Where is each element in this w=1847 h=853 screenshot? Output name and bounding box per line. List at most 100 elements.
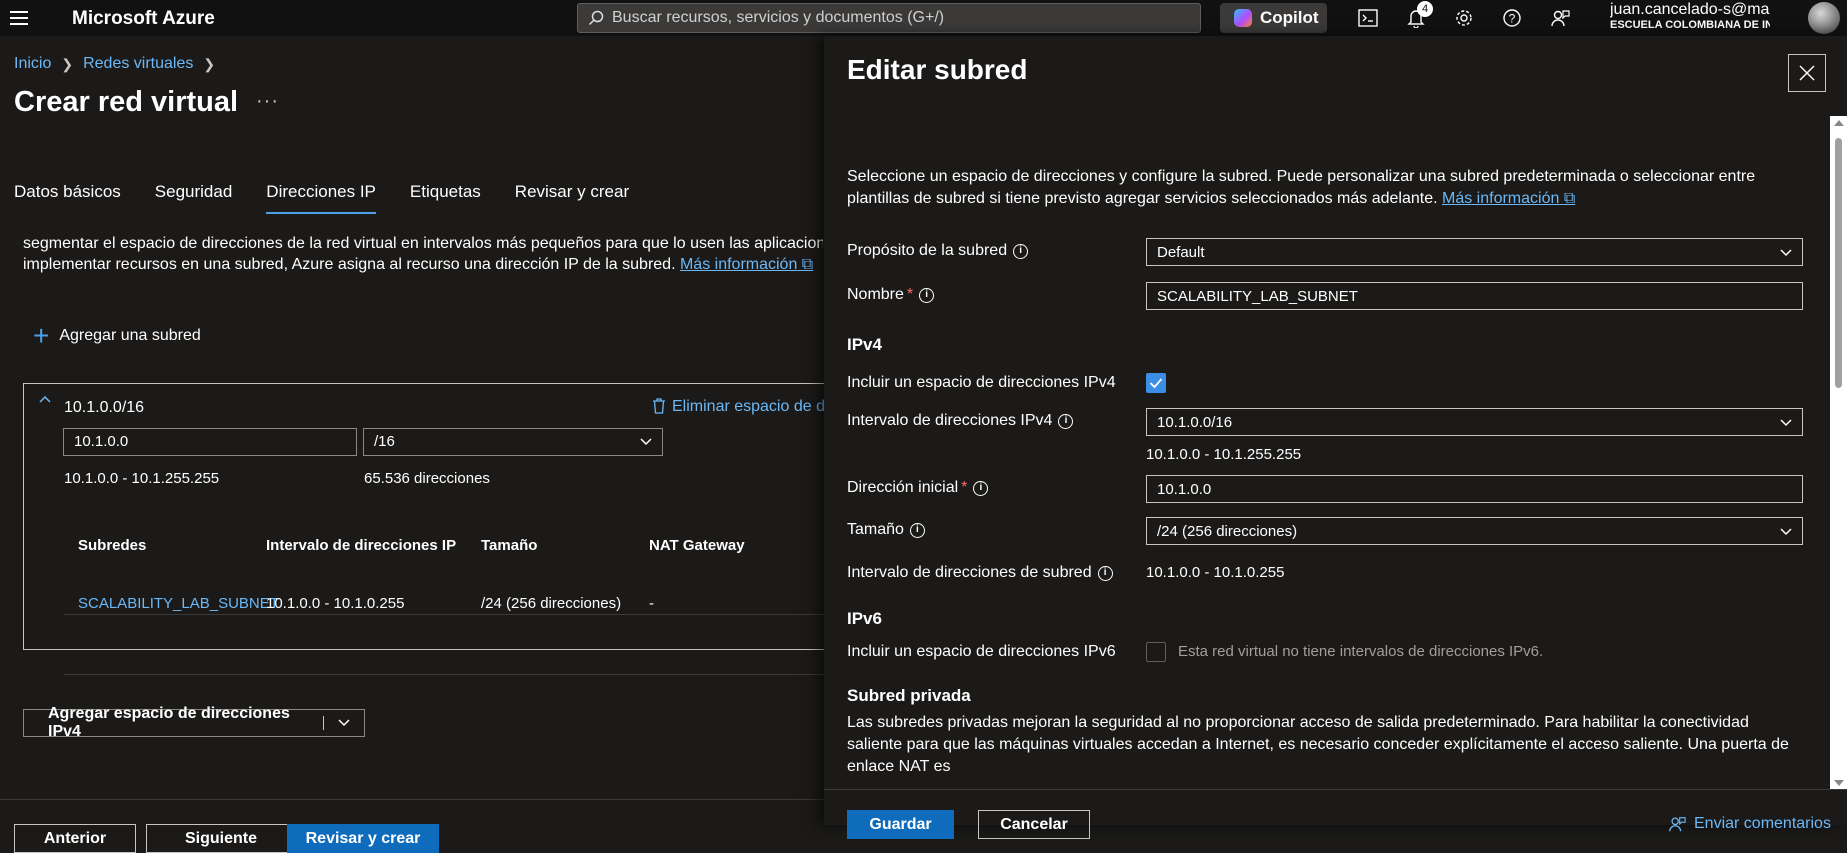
col-nat: NAT Gateway [649, 537, 745, 554]
info-icon[interactable]: i [1058, 413, 1074, 429]
breadcrumb-home[interactable]: Inicio [14, 55, 51, 73]
subnet-table-header: Subredes Intervalo de direcciones IP Tam… [64, 537, 769, 554]
svg-text:?: ? [1509, 12, 1516, 26]
next-button[interactable]: Siguiente [146, 824, 296, 853]
create-vnet-blade: Inicio ❯ Redes virtuales ❯ Crear red vir… [0, 36, 844, 853]
scroll-thumb[interactable] [1835, 138, 1842, 388]
learn-more-link[interactable]: Más información ⧉ [680, 256, 813, 273]
prefix-dropdown[interactable]: /16 [363, 428, 663, 456]
name-label: Nombre * i [847, 286, 935, 304]
table-row: SCALABILITY_LAB_SUBNET 10.1.0.0 - 10.1.0… [64, 595, 769, 612]
col-size: Tamaño [481, 537, 538, 554]
info-icon[interactable]: i [909, 522, 925, 538]
copilot-button[interactable]: Copilot [1220, 3, 1327, 33]
ipv6-include-checkbox[interactable] [1146, 642, 1166, 662]
avatar[interactable] [1808, 2, 1840, 34]
gear-icon[interactable] [1452, 6, 1476, 30]
page-title: Crear red virtual [14, 86, 239, 118]
address-count: 65.536 direcciones [364, 470, 490, 487]
tab-basics[interactable]: Datos básicos [14, 182, 121, 214]
subnet-name-input[interactable]: SCALABILITY_LAB_SUBNET [1146, 282, 1803, 310]
chevron-down-icon [640, 438, 652, 446]
scrollbar[interactable] [1830, 116, 1847, 790]
chevron-up-icon[interactable] [39, 394, 51, 406]
brand-name[interactable]: Microsoft Azure [72, 8, 215, 30]
ipv4-include-checkbox[interactable] [1146, 373, 1166, 393]
col-range: Intervalo de direcciones IP [266, 537, 457, 554]
required-asterisk: * [961, 479, 968, 496]
account-info[interactable]: juan.cancelado-s@mail.... ESCUELA COLOMB… [1610, 1, 1770, 31]
purpose-dropdown[interactable]: Default [1146, 238, 1803, 266]
start-address-input[interactable]: 10.1.0.0 [1146, 475, 1803, 503]
scroll-down-icon[interactable] [1834, 780, 1844, 786]
chevron-down-icon[interactable] [324, 717, 364, 729]
delete-address-space-button[interactable]: Eliminar espacio de di [652, 398, 829, 416]
notification-badge: 4 [1417, 1, 1433, 17]
top-bar: Microsoft Azure Buscar recursos, servici… [0, 0, 1847, 36]
tab-ip-addresses[interactable]: Direcciones IP [266, 182, 376, 214]
start-address-label: Dirección inicial * i [847, 479, 989, 497]
purpose-label: Propósito de la subred i [847, 242, 1029, 260]
ipv4-range-hint: 10.1.0.0 - 10.1.255.255 [1146, 446, 1302, 463]
ipv6-include-label: Incluir un espacio de direcciones IPv6 [847, 643, 1116, 660]
tab-security[interactable]: Seguridad [155, 182, 233, 214]
subnet-range-label: Intervalo de direcciones de subred i [847, 564, 1113, 582]
chevron-down-icon [1780, 419, 1792, 427]
ip-description: segmentar el espacio de direcciones de l… [23, 233, 823, 275]
ipv4-range-dropdown[interactable]: 10.1.0.0/16 [1146, 408, 1803, 436]
previous-button[interactable]: Anterior [14, 824, 136, 853]
tab-review-create[interactable]: Revisar y crear [515, 182, 629, 214]
subnet-range: 10.1.0.0 - 10.1.0.255 [266, 595, 405, 612]
chevron-down-icon [1780, 249, 1792, 257]
info-icon[interactable]: i [1013, 243, 1029, 259]
add-ipv4-space-button[interactable]: Agregar espacio de direcciones IPv4 [23, 705, 365, 740]
add-subnet-button[interactable]: + Agregar una subred [33, 320, 201, 351]
description-line-1: segmentar el espacio de direcciones de l… [23, 235, 823, 252]
ipv4-include-label: Incluir un espacio de direcciones IPv4 [847, 374, 1116, 391]
ipv6-note: Esta red virtual no tiene intervalos de … [1178, 643, 1544, 660]
tab-bar: Datos básicos Seguridad Direcciones IP E… [14, 182, 663, 214]
close-button[interactable] [1788, 54, 1826, 92]
ipv4-range-label: Intervalo de direcciones IPv4 i [847, 412, 1074, 430]
info-icon[interactable]: i [919, 287, 935, 303]
add-ipv4-label: Agregar espacio de direcciones IPv4 [48, 705, 290, 740]
subnet-name-link[interactable]: SCALABILITY_LAB_SUBNET [64, 595, 279, 612]
help-icon[interactable]: ? [1500, 6, 1524, 30]
more-options-icon[interactable]: ··· [256, 90, 279, 113]
tab-tags[interactable]: Etiquetas [410, 182, 481, 214]
start-address-input[interactable]: 10.1.0.0 [63, 428, 357, 456]
feedback-icon[interactable] [1548, 6, 1572, 30]
add-subnet-label: Agregar una subred [59, 327, 201, 344]
review-create-button[interactable]: Revisar y crear [287, 824, 439, 853]
required-asterisk: * [906, 286, 914, 303]
subnet-range-value: 10.1.0.0 - 10.1.0.255 [1146, 564, 1285, 581]
external-link-icon: ⧉ [801, 256, 814, 273]
size-dropdown[interactable]: /24 (256 direcciones) [1146, 517, 1803, 545]
account-org: ESCUELA COLOMBIANA DE INGE... [1610, 19, 1770, 31]
plus-icon: + [33, 320, 50, 351]
chevron-down-icon [1780, 528, 1792, 536]
learn-more-link[interactable]: Más información ⧉ [1442, 190, 1575, 207]
address-space-card: 10.1.0.0/16 Eliminar espacio de di 10.1.… [23, 383, 844, 675]
chevron-right-icon: ❯ [61, 55, 74, 72]
check-icon [1149, 378, 1163, 389]
description-line-2: implementar recursos en una subred, Azur… [23, 256, 676, 273]
close-icon [1799, 65, 1815, 81]
chevron-right-icon: ❯ [203, 55, 216, 72]
menu-icon[interactable] [10, 9, 28, 27]
panel-title: Editar subred [847, 54, 1028, 85]
ipv4-section-heading: IPv4 [847, 335, 882, 354]
breadcrumb-vnets[interactable]: Redes virtuales [83, 55, 193, 73]
address-range: 10.1.0.0 - 10.1.255.255 [64, 470, 220, 487]
info-icon[interactable]: i [1097, 565, 1113, 581]
search-icon [588, 10, 604, 26]
cloud-shell-icon[interactable] [1356, 6, 1380, 30]
search-box[interactable]: Buscar recursos, servicios y documentos … [577, 3, 1201, 33]
send-feedback-link[interactable]: Enviar comentarios [1668, 815, 1831, 833]
copilot-icon [1234, 9, 1252, 27]
scroll-up-icon[interactable] [1834, 120, 1844, 126]
address-space-title: 10.1.0.0/16 [64, 399, 145, 416]
private-subnet-heading: Subred privada [847, 686, 971, 705]
panel-content: Seleccione un espacio de direcciones y c… [824, 116, 1847, 790]
info-icon[interactable]: i [973, 480, 989, 496]
